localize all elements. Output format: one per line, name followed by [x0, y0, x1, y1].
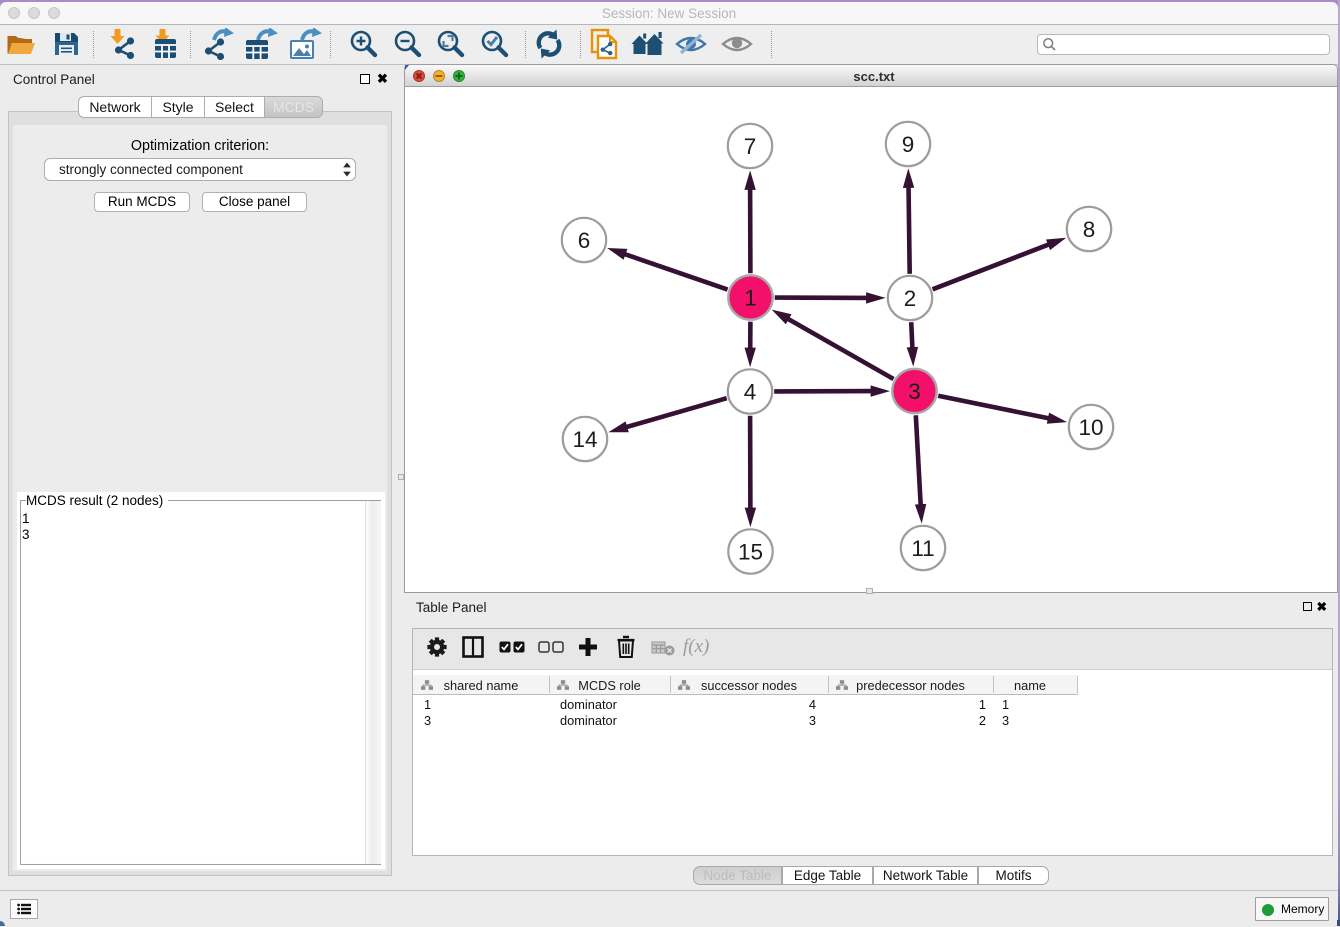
svg-text:6: 6: [578, 228, 591, 253]
svg-text:3: 3: [908, 379, 921, 404]
svg-text:9: 9: [902, 132, 915, 157]
svg-text:4: 4: [744, 379, 757, 404]
svg-text:10: 10: [1078, 415, 1103, 440]
svg-text:14: 14: [572, 427, 597, 452]
svg-text:7: 7: [744, 134, 757, 159]
svg-text:8: 8: [1083, 217, 1096, 242]
svg-text:15: 15: [738, 539, 763, 564]
svg-text:1: 1: [744, 285, 757, 310]
svg-text:11: 11: [911, 536, 934, 561]
svg-text:2: 2: [904, 286, 917, 311]
